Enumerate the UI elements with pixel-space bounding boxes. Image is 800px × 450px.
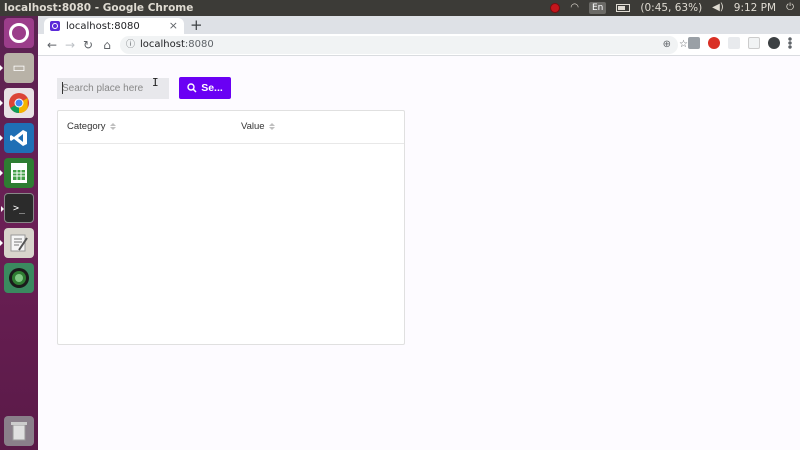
search-button[interactable]: Se... xyxy=(179,77,231,99)
sort-icon[interactable] xyxy=(109,123,116,130)
trash-icon[interactable] xyxy=(4,416,34,446)
text-editor-icon[interactable] xyxy=(0,228,34,258)
column-header-label: Value xyxy=(241,121,265,132)
tab-favicon-icon xyxy=(50,21,60,31)
extension-2-icon[interactable] xyxy=(708,37,720,49)
reload-button[interactable]: ↻ xyxy=(80,37,96,53)
table-header: Category Value xyxy=(58,111,404,144)
back-button[interactable]: ← xyxy=(44,37,60,53)
window-title: localhost:8080 - Google Chrome xyxy=(4,2,194,14)
bookmark-star-icon[interactable]: ☆ xyxy=(679,36,688,54)
terminal-icon[interactable]: >_ xyxy=(1,193,34,223)
clock[interactable]: 9:12 PM xyxy=(734,0,776,16)
globe-app-icon[interactable] xyxy=(4,263,34,293)
files-icon[interactable]: ▭ xyxy=(0,53,34,83)
tab-strip: localhost:8080 × + xyxy=(38,16,800,34)
cast-icon[interactable]: ⊕ xyxy=(663,36,671,54)
extension-1-icon[interactable] xyxy=(688,37,700,49)
extension-icons xyxy=(688,37,792,49)
os-top-panel: localhost:8080 - Google Chrome ◠ En (0:4… xyxy=(0,0,800,16)
indicator-red-icon[interactable] xyxy=(550,3,561,13)
ubuntu-dash-icon[interactable] xyxy=(4,18,34,48)
address-bar[interactable]: ⓘ localhost:8080 ⊕ ☆ xyxy=(120,36,688,54)
battery-icon[interactable] xyxy=(616,4,631,12)
search-button-label: Se... xyxy=(201,82,223,94)
tab-close-icon[interactable]: × xyxy=(169,19,178,32)
extension-4-icon[interactable] xyxy=(748,37,760,49)
keyboard-layout-indicator[interactable]: En xyxy=(588,2,607,14)
site-info-icon[interactable]: ⓘ xyxy=(126,36,135,54)
data-table: Category Value xyxy=(57,110,405,345)
url-host: localhost xyxy=(140,39,185,50)
tab-localhost[interactable]: localhost:8080 × xyxy=(44,18,184,34)
url-port: :8080 xyxy=(184,39,214,50)
tab-title: localhost:8080 xyxy=(66,20,140,32)
extension-3-icon[interactable] xyxy=(728,37,740,49)
column-header-value[interactable]: Value xyxy=(241,121,275,132)
ubuntu-launcher: ▭ >_ xyxy=(0,16,38,450)
text-caret xyxy=(62,82,63,94)
browser-menu-icon[interactable] xyxy=(788,37,792,49)
new-tab-button[interactable]: + xyxy=(190,17,203,33)
spreadsheet-icon[interactable] xyxy=(0,158,34,188)
chrome-icon[interactable] xyxy=(0,88,34,118)
profile-avatar[interactable] xyxy=(768,37,780,49)
forward-button[interactable]: → xyxy=(62,37,78,53)
home-button[interactable]: ⌂ xyxy=(99,37,115,53)
vscode-icon[interactable] xyxy=(0,123,34,153)
column-header-label: Category xyxy=(67,121,106,132)
power-icon[interactable]: ⏻ xyxy=(786,0,794,16)
sort-icon[interactable] xyxy=(268,123,275,130)
battery-status: (0:45, 63%) xyxy=(640,2,703,14)
volume-icon[interactable]: ◀) xyxy=(712,0,724,16)
mouse-ibeam-cursor: I xyxy=(152,76,159,89)
page-content: I Se... Category Value xyxy=(38,56,800,450)
wifi-icon[interactable]: ◠ xyxy=(570,0,579,16)
browser-toolbar: ← → ↻ ⌂ ⓘ localhost:8080 ⊕ ☆ xyxy=(38,34,800,56)
search-icon xyxy=(187,83,197,93)
system-tray: ◠ En (0:45, 63%) ◀) 9:12 PM ⏻ xyxy=(550,0,794,16)
column-header-category[interactable]: Category xyxy=(67,121,116,132)
